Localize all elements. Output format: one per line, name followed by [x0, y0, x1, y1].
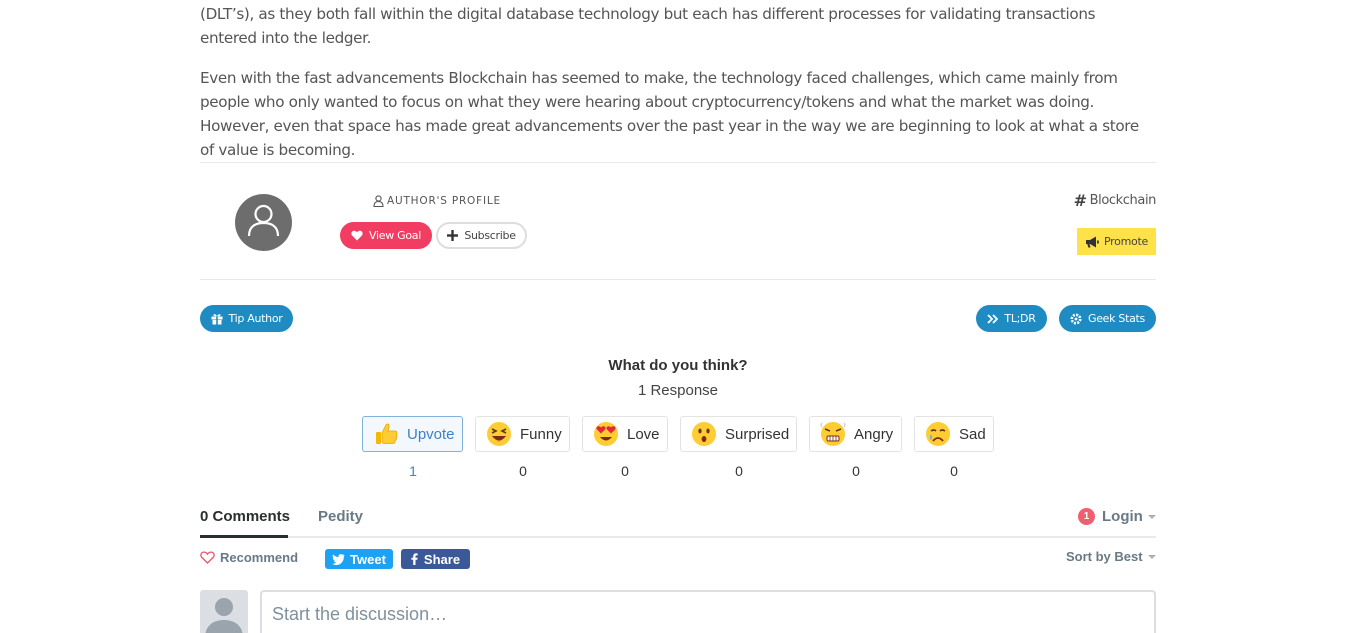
heart-icon — [351, 230, 363, 241]
tweet-button[interactable]: Tweet — [325, 549, 393, 569]
reaction-label: Angry — [854, 425, 894, 443]
tip-author-button[interactable]: Tip Author — [200, 305, 293, 332]
reaction-surprised-button[interactable]: Surprised — [680, 416, 797, 452]
view-goal-label: View Goal — [369, 229, 421, 242]
article-paragraph: Even with the fast advancements Blockcha… — [200, 69, 1139, 159]
hashtag-icon: # — [1073, 191, 1087, 210]
active-tab-indicator — [200, 535, 288, 538]
tab-comments[interactable]: 0 Comments — [200, 508, 290, 525]
login-label: Login — [1102, 508, 1143, 525]
reaction-label: Upvote — [407, 425, 455, 443]
subscribe-label: Subscribe — [464, 229, 516, 242]
double-chevron-right-icon — [987, 313, 999, 324]
heart-eyes-face-icon — [594, 422, 618, 446]
plus-icon — [447, 230, 459, 241]
crying-face-icon — [926, 422, 950, 446]
tweet-label: Tweet — [350, 551, 386, 567]
thumbs-up-icon — [376, 423, 398, 444]
tabs-divider — [200, 536, 1156, 538]
sort-dropdown[interactable]: Sort by Best — [1066, 549, 1156, 564]
author-profile-label: AUTHOR'S PROFILE — [387, 195, 501, 207]
caret-down-icon — [1147, 554, 1156, 559]
reaction-label: Love — [627, 425, 660, 443]
view-goal-button[interactable]: View Goal — [340, 222, 432, 249]
recommend-button[interactable]: Recommend — [200, 550, 298, 565]
login-menu[interactable]: Login — [1102, 508, 1156, 525]
reaction-count-upvote: 1 — [409, 463, 417, 479]
tag-link[interactable]: # Blockchain — [1073, 191, 1157, 210]
surprised-face-icon — [692, 422, 716, 446]
author-profile-link[interactable]: AUTHOR'S PROFILE — [373, 195, 501, 207]
divider — [200, 279, 1156, 280]
promote-label: Promote — [1104, 235, 1148, 248]
angry-face-icon — [820, 422, 846, 446]
author-avatar[interactable] — [235, 194, 292, 251]
reaction-count-love: 0 — [621, 463, 629, 479]
reaction-label: Funny — [520, 425, 562, 443]
caret-down-icon — [1147, 514, 1156, 519]
responses-count: 1 Response — [637, 382, 719, 399]
user-icon — [247, 204, 280, 237]
heart-outline-icon — [200, 551, 215, 564]
tag-label: Blockchain — [1089, 193, 1157, 208]
comment-composer[interactable] — [260, 590, 1156, 633]
reaction-sad-button[interactable]: Sad — [914, 416, 994, 452]
sort-label: Sort by Best — [1066, 549, 1143, 564]
reaction-count-surprised: 0 — [735, 463, 743, 479]
share-label: Share — [423, 551, 461, 567]
subscribe-button[interactable]: Subscribe — [436, 222, 527, 249]
geek-stats-button[interactable]: Geek Stats — [1059, 305, 1156, 332]
current-user-avatar — [200, 590, 248, 633]
recommend-label: Recommend — [220, 550, 299, 565]
laughing-face-icon — [487, 422, 511, 446]
comment-input[interactable] — [262, 592, 1154, 633]
tldr-button[interactable]: TL;DR — [976, 305, 1047, 332]
geek-stats-label: Geek Stats — [1087, 312, 1145, 325]
tab-pedity[interactable]: Pedity — [318, 508, 363, 525]
user-silhouette-icon — [205, 598, 243, 633]
reaction-love-button[interactable]: Love — [582, 416, 668, 452]
twitter-icon — [332, 553, 345, 565]
reaction-count-angry: 0 — [852, 463, 860, 479]
notification-badge[interactable]: 1 — [1078, 508, 1095, 525]
tldr-label: TL;DR — [1004, 312, 1036, 325]
megaphone-icon — [1086, 236, 1099, 247]
promote-button[interactable]: Promote — [1077, 228, 1156, 255]
article-paragraph: (DLT’s), as they both fall within the di… — [200, 5, 1096, 47]
reaction-angry-button[interactable]: Angry — [809, 416, 902, 452]
reaction-count-sad: 0 — [950, 463, 958, 479]
reaction-count-funny: 0 — [519, 463, 527, 479]
reaction-label: Sad — [959, 425, 986, 443]
tip-author-label: Tip Author — [228, 312, 283, 325]
reactions-title: What do you think? — [608, 357, 748, 374]
reaction-label: Surprised — [725, 425, 790, 443]
user-outline-icon — [373, 195, 384, 207]
cog-icon — [1070, 313, 1082, 324]
facebook-share-button[interactable]: Share — [401, 549, 470, 569]
gift-icon — [211, 313, 223, 324]
divider — [200, 162, 1156, 163]
reaction-funny-button[interactable]: Funny — [475, 416, 570, 452]
facebook-icon — [411, 553, 418, 565]
reaction-upvote-button[interactable]: Upvote — [362, 416, 463, 452]
